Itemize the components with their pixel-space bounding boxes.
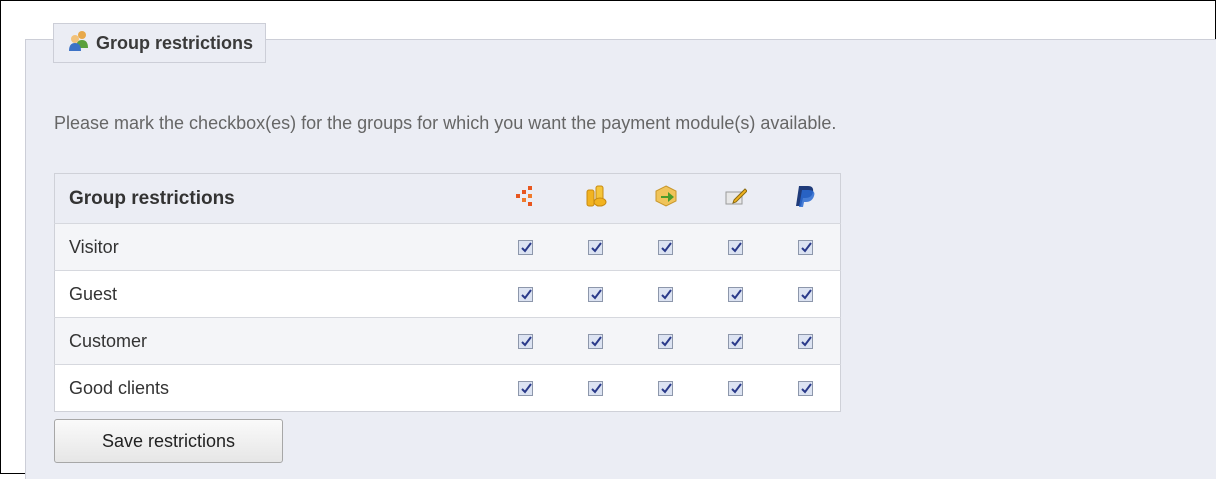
group-name: Visitor [54, 223, 491, 271]
checkbox[interactable] [588, 287, 603, 303]
module-header-3 [630, 173, 701, 224]
module-header-2 [560, 173, 631, 224]
fieldset-legend: Group restrictions [53, 23, 267, 63]
group-restrictions-table: Group restrictions Visitor Guest Custome… [54, 173, 841, 412]
checkbox[interactable] [728, 334, 743, 350]
checkbox[interactable] [797, 381, 813, 397]
checkbox[interactable] [728, 381, 743, 397]
save-restrictions-button[interactable]: Save restrictions [54, 419, 283, 463]
checkbox[interactable] [797, 287, 813, 303]
group-users-icon [68, 30, 90, 57]
group-name: Customer [54, 317, 491, 365]
checkbox[interactable] [797, 334, 813, 350]
table-row: Good clients [54, 364, 841, 412]
table-header-row: Group restrictions [54, 173, 841, 224]
checkbox[interactable] [588, 240, 603, 256]
group-name: Guest [54, 270, 491, 318]
red-blocks-icon [515, 185, 537, 213]
page-frame: Group restrictions Please mark the check… [0, 0, 1216, 479]
fieldset-legend-title: Group restrictions [96, 32, 254, 53]
module-header-1 [490, 173, 561, 224]
checkbox[interactable] [518, 334, 533, 350]
checkbox[interactable] [588, 381, 603, 397]
green-arrow-box-icon [655, 184, 677, 213]
checkbox[interactable] [518, 287, 533, 303]
group-column-header: Group restrictions [54, 173, 491, 224]
check-pencil-icon [725, 186, 748, 212]
instructions-text: Please mark the checkbox(es) for the gro… [54, 113, 837, 133]
table-row: Customer [54, 317, 841, 365]
checkbox[interactable] [797, 240, 813, 256]
checkbox[interactable] [658, 287, 673, 303]
checkbox[interactable] [658, 240, 673, 256]
checkbox[interactable] [728, 240, 743, 256]
group-name: Good clients [54, 364, 491, 412]
module-header-4 [700, 173, 771, 224]
checkbox[interactable] [518, 240, 533, 256]
checkbox[interactable] [728, 287, 743, 303]
gold-coins-icon [585, 184, 607, 214]
table-row: Guest [54, 270, 841, 318]
checkbox[interactable] [658, 334, 673, 350]
checkbox[interactable] [658, 381, 673, 397]
paypal-icon [794, 184, 816, 214]
module-header-5 [770, 173, 841, 224]
checkbox[interactable] [518, 381, 533, 397]
checkbox[interactable] [588, 334, 603, 350]
table-row: Visitor [54, 223, 841, 271]
